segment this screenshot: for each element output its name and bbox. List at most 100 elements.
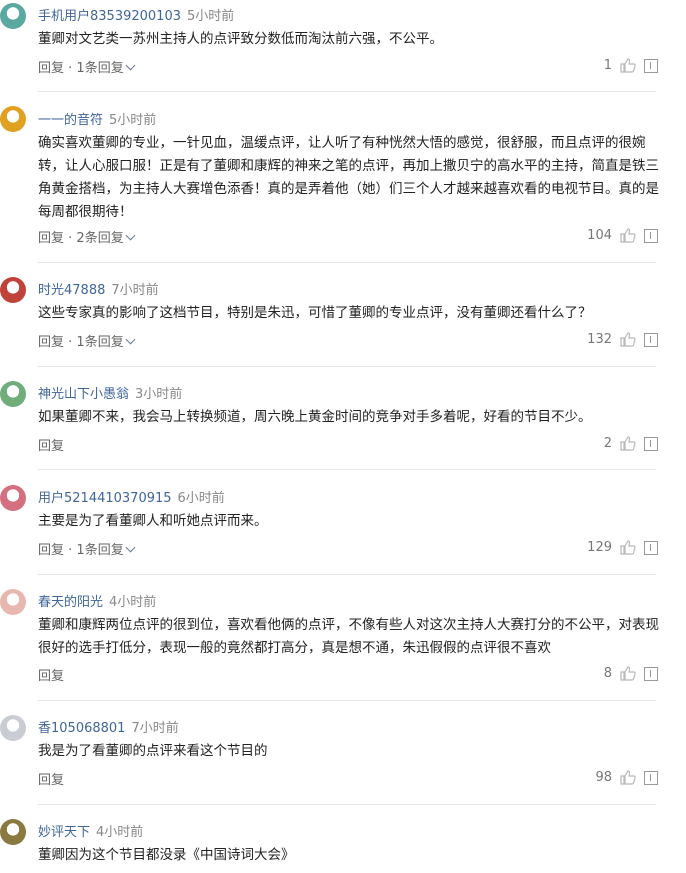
reply-button[interactable]: 回复 — [38, 335, 64, 350]
like-count: 1 — [603, 58, 612, 73]
comment-time: 5小时前 — [109, 113, 157, 128]
comment-time: 3小时前 — [135, 387, 183, 402]
comment-time: 4小时前 — [109, 595, 157, 610]
comment-header: 一一的音符 5小时前 — [38, 109, 156, 128]
comment-actions: 回复 · 2条回复 — [38, 227, 136, 246]
reply-button[interactable]: 回复 — [38, 669, 64, 684]
reply-button[interactable]: 回复 — [38, 773, 64, 788]
username-link[interactable]: 神光山下小愚翁 — [38, 387, 129, 402]
action-separator: · — [64, 61, 77, 76]
view-replies-link[interactable]: 1条回复 — [76, 334, 136, 350]
comment-text: 如果董卿不来，我会马上转换频道，周六晚上黄金时间的竞争对手多着呢，好看的节目不少… — [38, 409, 592, 425]
comment-header: 手机用户83539200103 5小时前 — [38, 5, 234, 24]
comment-text: 这些专家真的影响了这档节目，特别是朱迅，可惜了董卿的专业点评，没有董卿还看什么了… — [38, 305, 592, 321]
replies-count: 1条回复 — [76, 335, 124, 350]
reply-button[interactable]: 回复 — [38, 61, 64, 76]
comment-stats: 2 — [604, 436, 658, 451]
action-separator: · — [64, 335, 77, 350]
like-count: 98 — [595, 770, 612, 785]
comment-stats: 129 — [587, 540, 658, 555]
username-link[interactable]: 香105068801 — [38, 721, 125, 736]
avatar[interactable] — [0, 106, 26, 132]
reply-button[interactable]: 回复 — [38, 231, 64, 246]
comment-time: 4小时前 — [96, 825, 144, 840]
comment-text: 董卿对文艺类一苏州主持人的点评致分数低而淘汰前六强，不公平。 — [38, 31, 443, 47]
username-link[interactable]: 时光47888 — [38, 283, 105, 298]
chevron-down-icon — [125, 230, 136, 241]
comment-text: 董卿和康辉两位点评的很到位，喜欢看他俩的点评，不像有些人对这次主持人大赛打分的不… — [38, 617, 659, 656]
chevron-down-icon — [125, 542, 136, 553]
replies-count: 1条回复 — [76, 61, 124, 76]
comment-time: 7小时前 — [111, 283, 159, 298]
comment-actions: 回复 — [38, 435, 64, 454]
thumb-up-icon[interactable] — [620, 666, 636, 681]
report-icon[interactable] — [644, 436, 658, 451]
thumb-up-icon[interactable] — [620, 58, 636, 73]
avatar[interactable] — [0, 715, 26, 741]
report-icon[interactable] — [644, 58, 658, 73]
thumb-up-icon[interactable] — [620, 228, 636, 243]
comment-actions: 回复 · 1条回复 — [38, 539, 136, 558]
comment-text: 我是为了看董卿的点评来看这个节目的 — [38, 743, 268, 759]
comment-header: 时光47888 7小时前 — [38, 279, 159, 298]
divider — [38, 700, 656, 701]
username-link[interactable]: 用户5214410370915 — [38, 491, 172, 506]
replies-count: 2条回复 — [76, 231, 124, 246]
action-separator: · — [64, 231, 77, 246]
comment-actions: 回复 — [38, 769, 64, 788]
avatar[interactable] — [0, 3, 26, 29]
replies-count: 1条回复 — [76, 543, 124, 558]
action-separator: · — [64, 543, 77, 558]
view-replies-link[interactable]: 1条回复 — [76, 542, 136, 558]
report-icon[interactable] — [644, 332, 658, 347]
avatar[interactable] — [0, 819, 26, 845]
avatar[interactable] — [0, 381, 26, 407]
report-icon[interactable] — [644, 228, 658, 243]
divider — [38, 366, 656, 367]
like-count: 104 — [587, 228, 612, 243]
comment-stats: 132 — [587, 332, 658, 347]
avatar[interactable] — [0, 277, 26, 303]
divider — [38, 574, 656, 575]
comment-actions: 回复 — [38, 665, 64, 684]
view-replies-link[interactable]: 2条回复 — [76, 230, 136, 246]
like-count: 132 — [587, 332, 612, 347]
avatar[interactable] — [0, 589, 26, 615]
thumb-up-icon[interactable] — [620, 770, 636, 785]
thumb-up-icon[interactable] — [620, 332, 636, 347]
username-link[interactable]: 妙评天下 — [38, 825, 90, 840]
username-link[interactable]: 春天的阳光 — [38, 595, 103, 610]
avatar[interactable] — [0, 485, 26, 511]
username-link[interactable]: 一一的音符 — [38, 113, 103, 128]
comment-text: 董卿因为这个节目都没录《中国诗词大会》 — [38, 847, 295, 863]
comment-header: 神光山下小愚翁 3小时前 — [38, 383, 182, 402]
comment-stats: 98 — [595, 770, 658, 785]
reply-button[interactable]: 回复 — [38, 439, 64, 454]
comment-time: 6小时前 — [177, 491, 225, 506]
comment-actions: 回复 · 1条回复 — [38, 331, 136, 350]
report-icon[interactable] — [644, 540, 658, 555]
view-replies-link[interactable]: 1条回复 — [76, 60, 136, 76]
comment-time: 5小时前 — [186, 9, 235, 24]
thumb-up-icon[interactable] — [620, 436, 636, 451]
chevron-down-icon — [125, 60, 136, 71]
thumb-up-icon[interactable] — [620, 540, 636, 555]
report-icon[interactable] — [644, 666, 658, 681]
divider — [38, 804, 656, 805]
reply-button[interactable]: 回复 — [38, 543, 64, 558]
comment-header: 妙评天下 4小时前 — [38, 821, 143, 840]
report-icon[interactable] — [644, 770, 658, 785]
username-link[interactable]: 手机用户83539200103 — [38, 9, 181, 24]
comment-header: 春天的阳光 4小时前 — [38, 591, 156, 610]
divider — [38, 469, 656, 470]
comment-text: 确实喜欢董卿的专业，一针见血，温缓点评，让人听了有种恍然大悟的感觉，很舒服，而且… — [38, 135, 659, 220]
comment-stats: 104 — [587, 228, 658, 243]
comment-header: 香105068801 7小时前 — [38, 717, 179, 736]
like-count: 2 — [603, 436, 612, 451]
divider — [38, 262, 656, 263]
chevron-down-icon — [125, 334, 136, 345]
comment-text: 主要是为了看董卿人和听她点评而来。 — [38, 513, 268, 529]
divider — [38, 91, 656, 92]
comment-stats: 1 — [604, 58, 658, 73]
comment-stats: 8 — [604, 666, 658, 681]
